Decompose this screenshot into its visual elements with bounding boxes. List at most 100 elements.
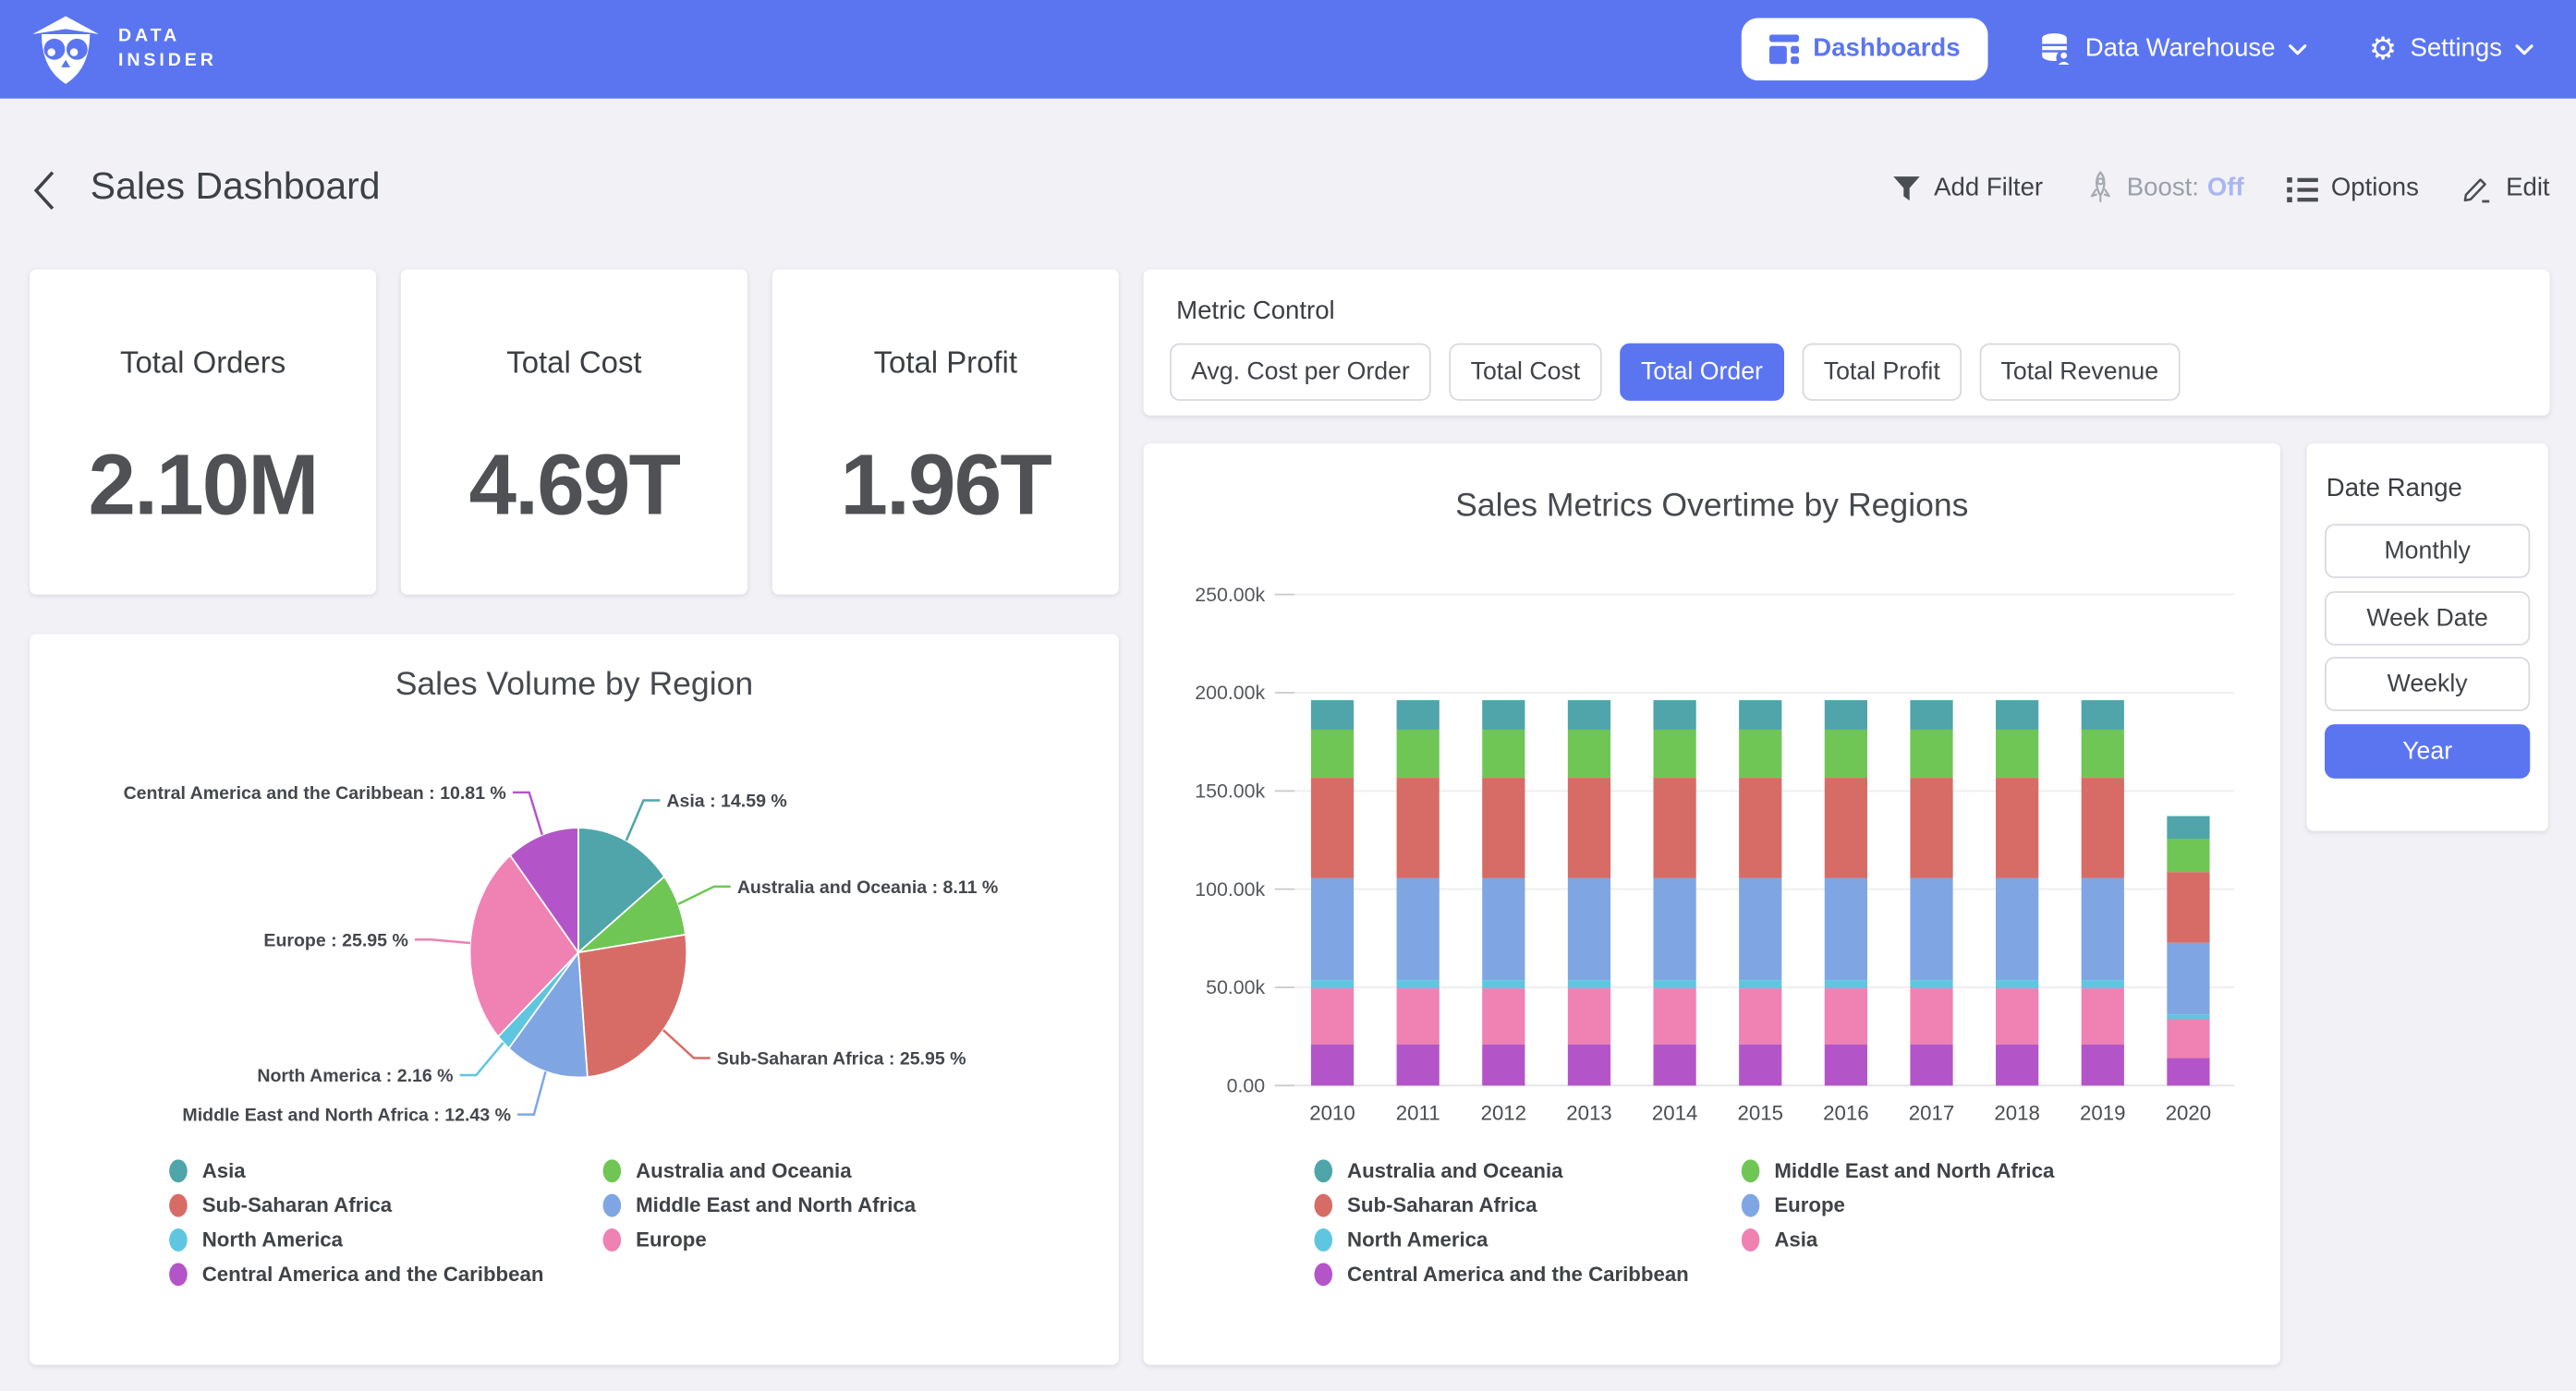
bar-segment-2013-middle-east-and-north-africa[interactable] <box>1568 730 1610 778</box>
back-button[interactable] <box>33 167 69 213</box>
bar-segment-2020-central-america-and-the-caribbean[interactable] <box>2167 1058 2209 1086</box>
metric-option-total-profit[interactable]: Total Profit <box>1803 344 1962 401</box>
bar-segment-2018-asia[interactable] <box>1996 988 2038 1045</box>
bar-segment-2013-central-america-and-the-caribbean[interactable] <box>1568 1045 1610 1086</box>
legend-item-asia[interactable]: Asia <box>169 1159 543 1182</box>
bar-segment-2010-sub-saharan-africa[interactable] <box>1311 778 1354 877</box>
bar-segment-2018-middle-east-and-north-africa[interactable] <box>1996 730 2038 778</box>
bar-segment-2018-central-america-and-the-caribbean[interactable] <box>1996 1045 2038 1086</box>
bar-segment-2016-asia[interactable] <box>1825 988 1867 1045</box>
bar-segment-2020-europe[interactable] <box>2167 943 2209 1015</box>
bar-segment-2015-sub-saharan-africa[interactable] <box>1739 778 1781 877</box>
bar-segment-2013-north-america[interactable] <box>1568 980 1610 988</box>
metric-option-avg-cost-per-order[interactable]: Avg. Cost per Order <box>1170 344 1431 401</box>
date-range-option-monthly[interactable]: Monthly <box>2325 524 2530 578</box>
bar-segment-2015-north-america[interactable] <box>1739 980 1781 988</box>
bar-segment-2014-middle-east-and-north-africa[interactable] <box>1653 730 1695 778</box>
bar-segment-2019-central-america-and-the-caribbean[interactable] <box>2082 1045 2124 1086</box>
bar-segment-2011-asia[interactable] <box>1397 988 1440 1045</box>
bar-segment-2011-sub-saharan-africa[interactable] <box>1397 778 1440 877</box>
bar-segment-2012-australia-and-oceania[interactable] <box>1482 700 1525 730</box>
date-range-option-week-date[interactable]: Week Date <box>2325 590 2530 645</box>
bar-segment-2017-europe[interactable] <box>1910 878 1952 981</box>
bar-segment-2015-middle-east-and-north-africa[interactable] <box>1739 730 1781 778</box>
bar-segment-2015-australia-and-oceania[interactable] <box>1739 700 1781 730</box>
bar-segment-2012-central-america-and-the-caribbean[interactable] <box>1482 1045 1525 1086</box>
legend-item-central-america-and-the-caribbean[interactable]: Central America and the Caribbean <box>169 1263 543 1286</box>
bar-segment-2014-australia-and-oceania[interactable] <box>1653 700 1695 730</box>
bar-segment-2010-asia[interactable] <box>1311 988 1354 1045</box>
bar-segment-2019-middle-east-and-north-africa[interactable] <box>2082 730 2124 778</box>
legend-item-sub-saharan-africa[interactable]: Sub-Saharan Africa <box>1314 1194 1688 1217</box>
options-button[interactable]: Options <box>2287 174 2419 203</box>
date-range-option-year[interactable]: Year <box>2325 723 2530 778</box>
bar-segment-2018-europe[interactable] <box>1996 878 2038 981</box>
nav-data-warehouse-button[interactable]: Data Warehouse <box>2031 30 2316 68</box>
bar-segment-2019-australia-and-oceania[interactable] <box>2082 700 2124 730</box>
legend-item-central-america-and-the-caribbean[interactable]: Central America and the Caribbean <box>1314 1263 1688 1286</box>
bar-segment-2014-north-america[interactable] <box>1653 980 1695 988</box>
legend-item-europe[interactable]: Europe <box>1742 1194 2055 1217</box>
bar-segment-2010-central-america-and-the-caribbean[interactable] <box>1311 1045 1354 1086</box>
bar-segment-2016-sub-saharan-africa[interactable] <box>1825 778 1867 877</box>
bar-segment-2017-australia-and-oceania[interactable] <box>1910 700 1952 730</box>
legend-item-sub-saharan-africa[interactable]: Sub-Saharan Africa <box>169 1194 543 1217</box>
bar-segment-2019-sub-saharan-africa[interactable] <box>2082 778 2124 877</box>
nav-dashboards-button[interactable]: Dashboards <box>1741 18 1988 81</box>
bar-segment-2019-europe[interactable] <box>2082 878 2124 981</box>
metric-option-total-cost[interactable]: Total Cost <box>1450 344 1602 401</box>
bar-segment-2017-sub-saharan-africa[interactable] <box>1910 778 1952 877</box>
add-filter-button[interactable]: Add Filter <box>1893 174 2043 203</box>
bar-segment-2018-north-america[interactable] <box>1996 980 2038 988</box>
bar-segment-2011-europe[interactable] <box>1397 878 1440 981</box>
bar-segment-2014-central-america-and-the-caribbean[interactable] <box>1653 1045 1695 1086</box>
bar-segment-2017-central-america-and-the-caribbean[interactable] <box>1910 1045 1952 1086</box>
bar-segment-2014-europe[interactable] <box>1653 878 1695 981</box>
bar-segment-2020-north-america[interactable] <box>2167 1014 2209 1019</box>
metric-option-total-revenue[interactable]: Total Revenue <box>1979 344 2180 401</box>
legend-item-middle-east-and-north-africa[interactable]: Middle East and North Africa <box>1742 1159 2055 1182</box>
pie-slice-sub-saharan-africa[interactable] <box>578 935 687 1077</box>
bar-segment-2011-central-america-and-the-caribbean[interactable] <box>1397 1045 1440 1086</box>
bar-segment-2018-sub-saharan-africa[interactable] <box>1996 778 2038 877</box>
bar-segment-2010-australia-and-oceania[interactable] <box>1311 700 1354 730</box>
bar-segment-2017-middle-east-and-north-africa[interactable] <box>1910 730 1952 778</box>
bar-segment-2019-north-america[interactable] <box>2082 980 2124 988</box>
bar-segment-2010-north-america[interactable] <box>1311 980 1354 988</box>
bar-segment-2014-asia[interactable] <box>1653 988 1695 1045</box>
bar-segment-2016-australia-and-oceania[interactable] <box>1825 700 1867 730</box>
bar-segment-2014-sub-saharan-africa[interactable] <box>1653 778 1695 877</box>
bar-segment-2012-europe[interactable] <box>1482 878 1525 981</box>
bar-segment-2011-middle-east-and-north-africa[interactable] <box>1397 730 1440 778</box>
boost-toggle[interactable]: Boost: Off <box>2085 171 2243 207</box>
bar-segment-2012-asia[interactable] <box>1482 988 1525 1045</box>
bar-segment-2011-australia-and-oceania[interactable] <box>1397 700 1440 730</box>
legend-item-north-america[interactable]: North America <box>1314 1228 1688 1252</box>
nav-settings-button[interactable]: ⚙ Settings <box>2359 32 2543 67</box>
bar-segment-2012-middle-east-and-north-africa[interactable] <box>1482 730 1525 778</box>
bar-segment-2012-north-america[interactable] <box>1482 980 1525 988</box>
bar-segment-2017-asia[interactable] <box>1910 988 1952 1045</box>
bar-segment-2020-asia[interactable] <box>2167 1019 2209 1058</box>
metric-option-total-order[interactable]: Total Order <box>1620 344 1784 401</box>
legend-item-north-america[interactable]: North America <box>169 1228 543 1252</box>
legend-item-asia[interactable]: Asia <box>1742 1228 2055 1252</box>
edit-button[interactable]: Edit <box>2461 174 2550 205</box>
bar-segment-2013-europe[interactable] <box>1568 878 1610 981</box>
bar-segment-2018-australia-and-oceania[interactable] <box>1996 700 2038 730</box>
bar-segment-2012-sub-saharan-africa[interactable] <box>1482 778 1525 877</box>
bar-segment-2016-north-america[interactable] <box>1825 980 1867 988</box>
legend-item-europe[interactable]: Europe <box>603 1228 917 1252</box>
bar-segment-2020-australia-and-oceania[interactable] <box>2167 816 2209 839</box>
bar-segment-2020-middle-east-and-north-africa[interactable] <box>2167 839 2209 872</box>
bar-segment-2015-central-america-and-the-caribbean[interactable] <box>1739 1045 1781 1086</box>
legend-item-middle-east-and-north-africa[interactable]: Middle East and North Africa <box>603 1194 917 1217</box>
date-range-option-weekly[interactable]: Weekly <box>2325 657 2530 711</box>
bar-segment-2013-sub-saharan-africa[interactable] <box>1568 778 1610 877</box>
bar-segment-2013-asia[interactable] <box>1568 988 1610 1045</box>
bar-segment-2017-north-america[interactable] <box>1910 980 1952 988</box>
legend-item-australia-and-oceania[interactable]: Australia and Oceania <box>603 1159 917 1182</box>
legend-item-australia-and-oceania[interactable]: Australia and Oceania <box>1314 1159 1688 1182</box>
bar-segment-2011-north-america[interactable] <box>1397 980 1440 988</box>
bar-segment-2019-asia[interactable] <box>2082 988 2124 1045</box>
